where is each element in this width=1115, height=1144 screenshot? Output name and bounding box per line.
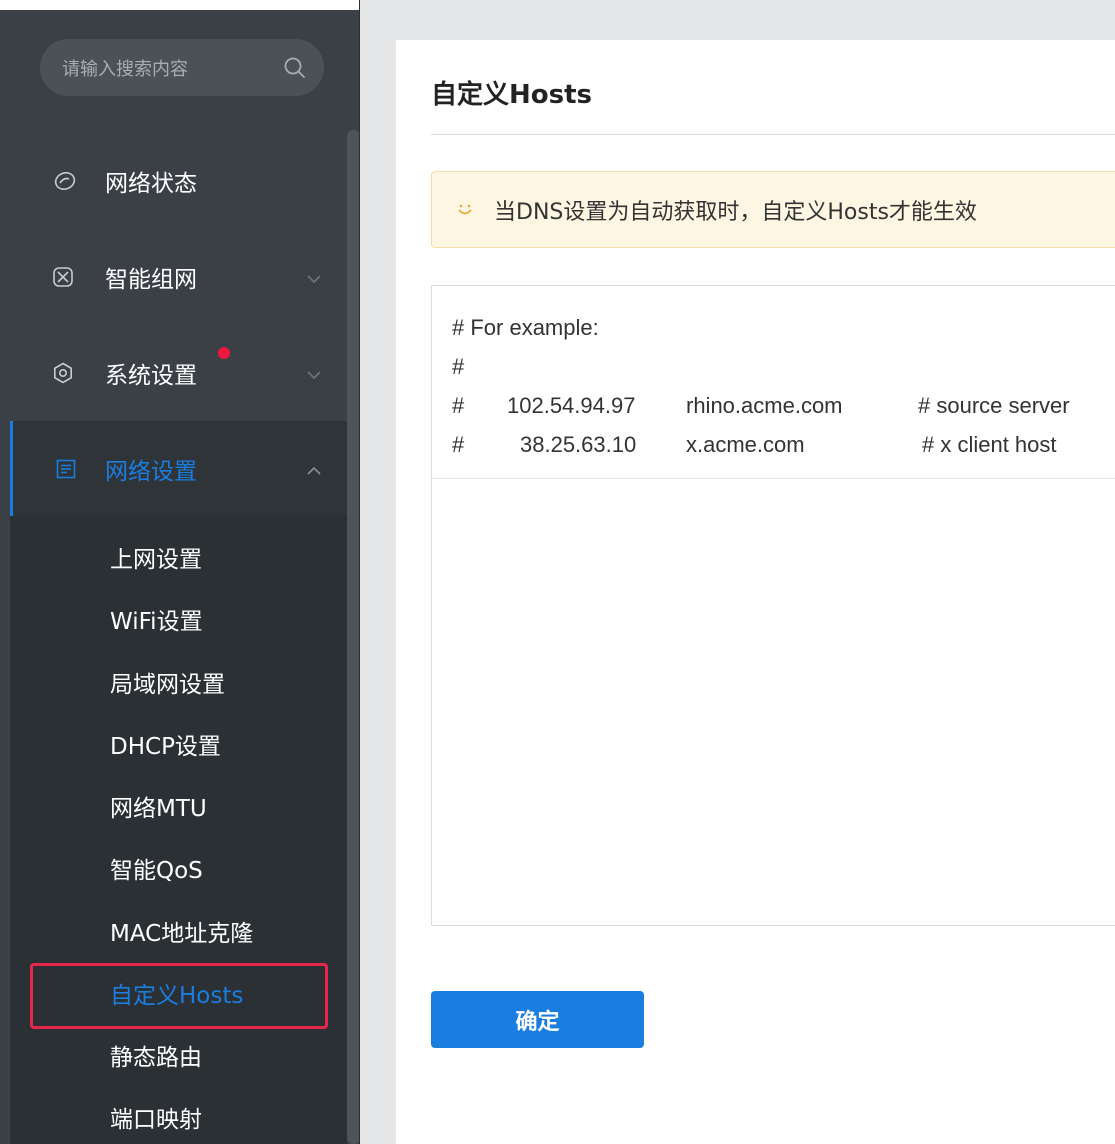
submenu-item-port-mapping[interactable]: 端口映射 [110, 1100, 202, 1140]
hosts-hostname: x.acme.com [686, 432, 805, 457]
mesh-network-icon [52, 266, 74, 288]
submenu-item-lan[interactable]: 局域网设置 [110, 665, 225, 705]
main-panel: 自定义Hosts 当DNS设置为自动获取时，自定义Hosts才能生效 # For… [396, 40, 1115, 1144]
hosts-ip: 38.25.63.10 [520, 432, 637, 457]
settings-gear-icon [52, 362, 74, 384]
hosts-line: # For example: [452, 308, 1115, 347]
menu-item-network-status[interactable]: 网络状态 [10, 133, 348, 229]
hosts-hash: # [452, 393, 465, 418]
hosts-ip: 102.54.94.97 [507, 393, 636, 418]
hosts-textarea[interactable]: # For example: # # 102.54.94.97 rhino.ac… [431, 285, 1115, 926]
menu-item-mesh[interactable]: 智能组网 [10, 229, 348, 325]
hosts-line: # [452, 347, 1115, 386]
submenu-item-dhcp[interactable]: DHCP设置 [110, 727, 221, 767]
hosts-line: # 38.25.63.10 x.acme.com # x client host [452, 425, 1115, 464]
chevron-down-icon [305, 268, 323, 286]
hosts-content[interactable]: # For example: # # 102.54.94.97 rhino.ac… [452, 308, 1115, 464]
notice-banner: 当DNS设置为自动获取时，自定义Hosts才能生效 [431, 171, 1115, 248]
submenu-item-static-route[interactable]: 静态路由 [110, 1038, 202, 1078]
hosts-hostname: rhino.acme.com [686, 393, 843, 418]
search-box[interactable]: 请输入搜索内容 [40, 39, 324, 96]
hosts-line-text: # For example: [452, 315, 599, 340]
menu-item-system-settings[interactable]: 系统设置 [10, 325, 348, 421]
hosts-comment: # source server [918, 393, 1070, 418]
search-icon[interactable] [266, 39, 324, 96]
submenu-item-custom-hosts[interactable]: 自定义Hosts [110, 976, 243, 1016]
menu-label-network-status: 网络状态 [105, 171, 197, 197]
search-input[interactable]: 请输入搜索内容 [62, 55, 266, 81]
submenu-item-mtu[interactable]: 网络MTU [110, 789, 207, 829]
hosts-line: # 102.54.94.97 rhino.acme.com # source s… [452, 386, 1115, 425]
sidebar: 请输入搜索内容 网络状态 智能组网 系统设置 网络设置 上网设置 WiFi设置 … [0, 0, 360, 1144]
network-status-icon [54, 170, 76, 192]
menu-item-network-settings[interactable]: 网络设置 [10, 421, 348, 517]
chevron-up-icon [305, 460, 323, 478]
submenu-item-mac-clone[interactable]: MAC地址克隆 [110, 914, 253, 954]
confirm-button[interactable]: 确定 [431, 991, 644, 1048]
menu-label-network-settings: 网络设置 [105, 459, 197, 485]
notice-text: 当DNS设置为自动获取时，自定义Hosts才能生效 [494, 199, 977, 225]
top-strip [0, 0, 359, 10]
page-title: 自定义Hosts [431, 80, 593, 110]
submenu-item-wifi[interactable]: WiFi设置 [110, 602, 203, 642]
menu-label-mesh: 智能组网 [105, 267, 197, 293]
title-divider [431, 134, 1115, 135]
submenu-item-internet[interactable]: 上网设置 [110, 540, 202, 580]
submenu-item-qos[interactable]: 智能QoS [110, 851, 203, 891]
notification-dot [218, 347, 230, 359]
hosts-line-text: # [452, 354, 465, 379]
smile-icon [454, 199, 476, 221]
menu-label-system-settings: 系统设置 [105, 363, 197, 389]
document-list-icon [55, 458, 77, 480]
hosts-hash: # [452, 432, 465, 457]
sidebar-scrollbar[interactable] [347, 130, 359, 1144]
hosts-separator [432, 478, 1115, 479]
hosts-comment: # x client host [922, 432, 1057, 457]
chevron-down-icon [305, 364, 323, 382]
